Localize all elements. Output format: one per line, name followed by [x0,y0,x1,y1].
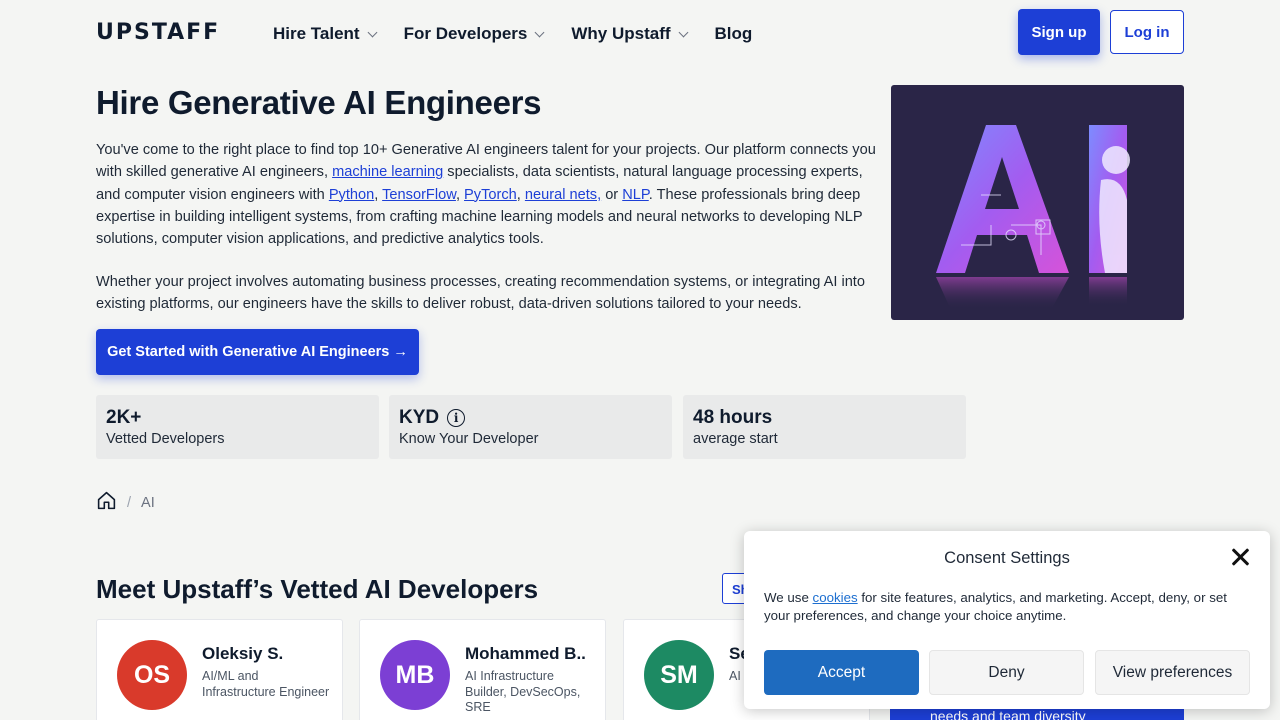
ai-illustration: AI [891,85,1130,310]
cookies-link[interactable]: cookies [813,590,858,605]
deny-button[interactable]: Deny [929,650,1084,695]
stat-label: Vetted Developers [106,431,225,447]
chevron-down-icon [367,27,378,37]
close-icon[interactable] [1230,547,1250,567]
consent-text-part: We use [764,590,813,605]
developer-role: AI/ML and Infrastructure Engineer [202,669,330,699]
chevron-down-icon [678,27,688,37]
stat-value: KYD [399,407,440,428]
developer-card[interactable]: OS Oleksiy S. AI/ML and Infrastructure E… [96,619,343,720]
upstaff-logo[interactable]: UPSTAFF [96,20,220,45]
link-tensorflow[interactable]: TensorFlow [382,187,456,203]
site-header: UPSTAFF Hire Talent For Developers Why U… [0,0,1280,66]
nav-hire-talent-label: Hire Talent [273,24,360,43]
chevron-down-icon [534,27,545,37]
nav-why-upstaff-label: Why Upstaff [571,24,671,43]
consent-text: We use cookies for site features, analyt… [764,589,1254,625]
stat-value: 48 hours [693,407,773,428]
stat-label: average start [693,431,778,447]
login-button[interactable]: Log in [1110,10,1184,54]
get-started-button[interactable]: Get Started with Generative AI Engineers… [96,329,419,375]
link-python[interactable]: Python [329,187,374,203]
developer-name: Oleksiy S. [202,644,284,663]
consent-title: Consent Settings [944,549,1070,567]
developer-card[interactable]: MB Mohammed B.. AI Infrastructure Builde… [359,619,606,720]
avatar: OS [117,640,187,710]
developer-role: AI Infrastructure Builder, DevSecOps, SR… [465,669,581,714]
avatar: SM [644,640,714,710]
stat-label: Know Your Developer [399,431,539,447]
signup-button[interactable]: Sign up [1018,9,1100,55]
section-title: Meet Upstaff’s Vetted AI Developers [96,574,539,604]
nav-why-upstaff[interactable]: Why Upstaff [571,22,688,46]
ai-hero-image: AI [891,85,1184,320]
breadcrumb-current: AI [141,494,155,511]
stat-value: 2K+ [106,407,142,428]
stat-kyd: KYD i Know Your Developer [389,395,672,459]
link-neural-nets[interactable]: neural nets, [525,187,601,203]
letter-a-shape [936,125,1069,273]
stat-vetted-developers: 2K+ Vetted Developers [96,395,379,459]
info-icon[interactable]: i [447,409,466,427]
breadcrumb: / AI [96,490,155,515]
hero-intro-paragraph: You've come to the right place to find t… [96,142,876,248]
developer-name: Mohammed B.. [465,644,586,663]
link-nlp[interactable]: NLP [622,187,649,203]
accept-button[interactable]: Accept [764,650,919,695]
link-machine-learning[interactable]: machine learning [332,164,443,180]
breadcrumb-separator: / [127,494,132,511]
page-title: Hire Generative AI Engineers [96,84,542,121]
consent-dialog: Consent Settings We use cookies for site… [744,531,1270,709]
nav-for-developers-label: For Developers [403,24,528,43]
nav-for-developers[interactable]: For Developers [403,22,545,46]
hero-second-paragraph: Whether your project involves automating… [96,274,865,313]
image-text: AI [891,85,906,89]
link-pytorch[interactable]: PyTorch [464,187,517,203]
nav-hire-talent[interactable]: Hire Talent [273,22,378,46]
stat-average-start: 48 hours average start [683,395,966,459]
view-preferences-button[interactable]: View preferences [1095,650,1250,695]
nav-blog[interactable]: Blog [715,22,753,46]
nav-blog-label: Blog [714,24,753,43]
home-icon[interactable] [96,490,117,515]
stat-value-row: KYD i [399,407,662,429]
avatar: MB [380,640,450,710]
main-nav: Hire Talent For Developers Why Upstaff B… [273,22,780,46]
